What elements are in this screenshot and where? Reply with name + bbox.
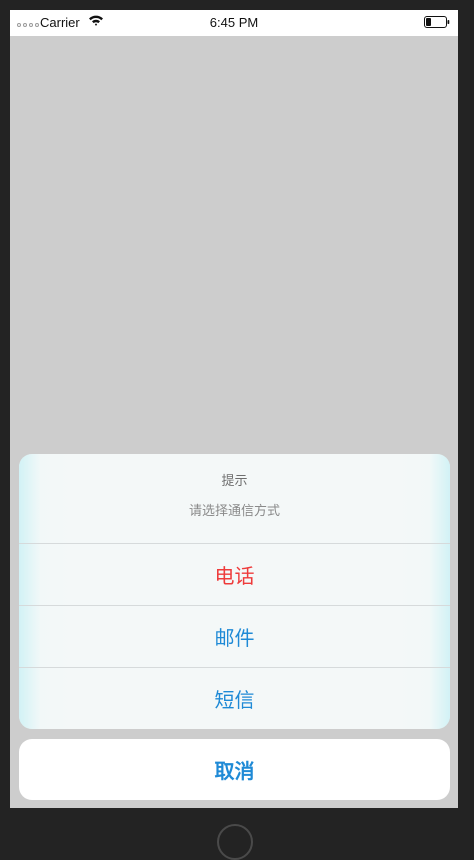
battery-icon	[424, 16, 450, 28]
cancel-button[interactable]: 取消	[19, 739, 450, 800]
action-sheet: 提示 请选择通信方式 电话 邮件 短信	[19, 454, 450, 729]
status-bar: Carrier 6:45 PM	[10, 10, 458, 36]
home-button[interactable]	[217, 824, 253, 860]
action-sms-button[interactable]: 短信	[19, 668, 450, 729]
status-time: 6:45 PM	[209, 15, 259, 30]
action-sheet-message: 请选择通信方式	[188, 504, 280, 519]
action-sheet-header: 提示 请选择通信方式	[19, 454, 450, 543]
cancel-label: 取消	[214, 759, 255, 783]
app-screen: Carrier 6:45 PM 提示 请选择通信方式 电话 邮件 短信 取消	[10, 10, 458, 808]
action-email-button[interactable]: 邮件	[19, 606, 450, 667]
action-sheet-title: 提示	[221, 474, 248, 489]
action-phone-button[interactable]: 电话	[19, 544, 450, 605]
